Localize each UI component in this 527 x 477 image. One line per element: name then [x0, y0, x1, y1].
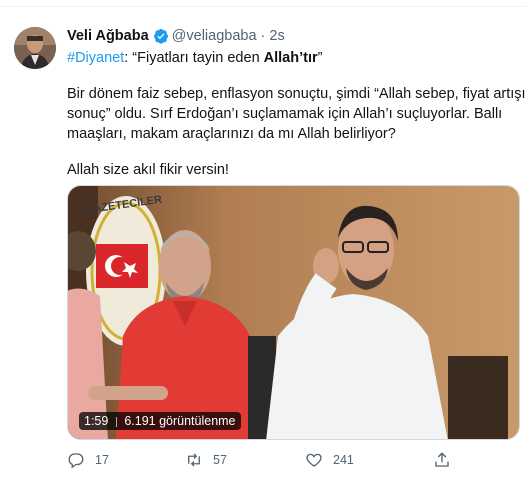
- quote-end: ”: [317, 50, 323, 66]
- like-count: 241: [333, 453, 354, 467]
- separator-dot: ·: [260, 28, 266, 44]
- reply-button[interactable]: 17: [67, 451, 109, 469]
- share-button[interactable]: [433, 451, 461, 469]
- retweet-icon: [188, 453, 200, 467]
- share-icon: [435, 452, 449, 467]
- video-stats-badge: 1:59 6.191 görüntülenme: [79, 412, 241, 430]
- video-player[interactable]: GAZETECİLER: [67, 185, 520, 440]
- tweet-divider: [0, 6, 527, 7]
- tweet-body-line-2: sonuç” oldu. Sırf Erdoğan’ı suçlamamak i…: [67, 106, 503, 122]
- tweet-actions: 17 57 241: [67, 451, 520, 473]
- author-handle[interactable]: @veliagbaba: [172, 28, 257, 44]
- avatar[interactable]: [14, 27, 56, 69]
- tweet-time[interactable]: 2s: [269, 28, 284, 44]
- tweet-body-line-1: Bir dönem faiz sebep, enflasyon sonuçtu,…: [67, 86, 526, 102]
- retweet-count: 57: [213, 453, 227, 467]
- video-thumbnail: GAZETECİLER: [68, 186, 519, 439]
- video-views: 6.191 görüntülenme: [124, 414, 236, 428]
- quote-text: : “Fiyatları tayin eden: [124, 50, 264, 66]
- like-button[interactable]: 241: [305, 451, 354, 469]
- video-duration: 1:59: [84, 414, 109, 428]
- reply-icon: [68, 453, 84, 469]
- like-icon: [306, 453, 322, 467]
- hashtag-link[interactable]: #Diyanet: [67, 50, 124, 66]
- tweet-body-line-3: maaşları, makam araçlarınızı da mı Allah…: [67, 126, 396, 142]
- author-name[interactable]: Veli Ağbaba: [67, 28, 149, 44]
- reply-count: 17: [95, 453, 109, 467]
- quote-bold-text: Allah’tır: [263, 50, 318, 66]
- tweet-quote-line: #Diyanet: “Fiyatları tayin eden Allah’tı…: [67, 48, 322, 69]
- retweet-button[interactable]: 57: [185, 451, 227, 469]
- avatar-image: [14, 27, 56, 69]
- tweet-body-line-4: Allah size akıl fikir versin!: [67, 162, 229, 178]
- tweet-header: Veli Ağbaba @veliagbaba · 2s: [67, 27, 285, 45]
- verified-badge-icon: [153, 29, 168, 44]
